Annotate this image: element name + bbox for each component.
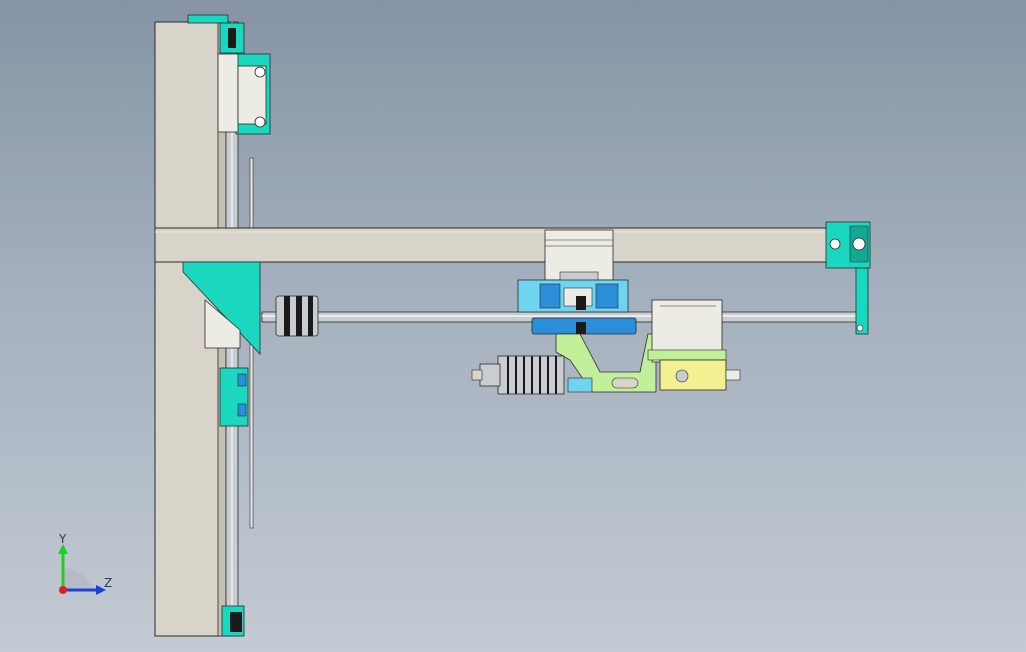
extruder-stepper-motor[interactable] [647,299,727,363]
shaft-coupling[interactable] [275,295,319,337]
z-axis-label: Z [104,576,113,590]
column-bottom-cap[interactable] [221,605,245,637]
screw-icon [254,116,266,128]
x-stepper-motor[interactable] [544,229,614,283]
linear-bearing-sleeve[interactable] [531,317,637,335]
top-carriage-block[interactable] [217,53,271,135]
axis-triad-icon [58,544,106,595]
horizontal-beam[interactable] [154,227,828,263]
screw-icon [852,237,866,251]
hotend-heatsink[interactable] [497,355,565,395]
yellow-feeder-plate[interactable] [659,359,741,391]
cad-viewport[interactable]: Y Z [0,0,1026,652]
y-axis-label: Y [59,532,67,546]
carriage-block[interactable] [517,279,629,313]
assembly-drawing[interactable] [0,0,1026,652]
screw-icon [254,66,266,78]
lower-carriage-block[interactable] [219,367,249,427]
gear-icon [675,369,689,383]
screw-icon [829,238,841,250]
